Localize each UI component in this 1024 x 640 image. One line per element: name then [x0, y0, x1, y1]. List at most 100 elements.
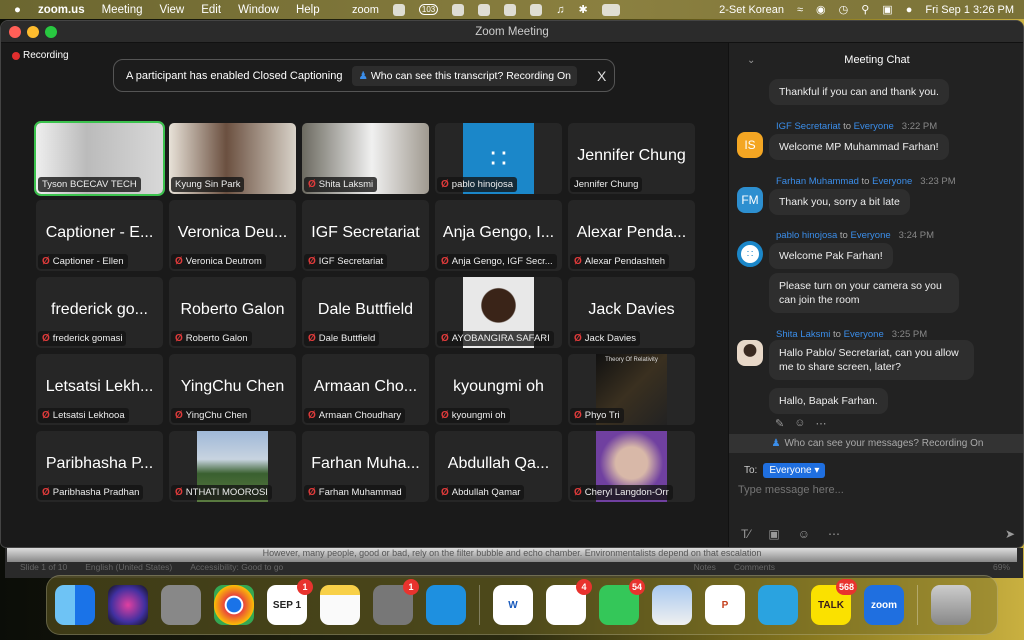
- recipient-dropdown[interactable]: Everyone ▾: [763, 463, 826, 478]
- notification-icon[interactable]: [392, 3, 405, 16]
- participant-tile[interactable]: Anja Gengo, I... Ø Anja Gengo, IGF Secr...: [435, 200, 562, 271]
- dock-app-siri[interactable]: [108, 585, 148, 625]
- time-machine-icon[interactable]: ◷: [839, 3, 849, 16]
- emoji-reaction-icon[interactable]: ☺: [794, 417, 805, 430]
- participant-name-display: Anja Gengo, I...: [442, 224, 555, 241]
- dock-app-kakaotalk[interactable]: TALK 568: [811, 579, 857, 625]
- battery-icon[interactable]: [601, 3, 620, 16]
- avatar[interactable]: FM: [737, 187, 763, 213]
- dock-app-calendar[interactable]: SEP 1 1: [267, 579, 313, 625]
- dock-app-trash[interactable]: [931, 585, 971, 625]
- participant-tile[interactable]: Farhan Muha... Ø Farhan Muhammad: [302, 431, 429, 502]
- avatar[interactable]: [737, 340, 763, 366]
- participant-tile[interactable]: ∷ Øpablo hinojosa: [435, 123, 562, 194]
- menu-view[interactable]: View: [160, 4, 185, 16]
- apple-icon[interactable]: ●: [14, 4, 21, 16]
- sender[interactable]: pablo hinojosa: [776, 230, 837, 241]
- avatar[interactable]: ∷: [737, 241, 763, 267]
- bluetooth-icon[interactable]: ✱: [579, 3, 588, 16]
- participant-tile[interactable]: Ø Cheryl Langdon-Orr: [568, 431, 695, 502]
- dock-app-app[interactable]: [426, 585, 466, 625]
- reply-icon[interactable]: ✎: [775, 417, 784, 430]
- message-visibility-notice[interactable]: ♟ Who can see your messages? Recording On: [729, 434, 1023, 453]
- dock-app-launchpad[interactable]: [161, 585, 201, 625]
- message-input[interactable]: [738, 484, 1008, 496]
- emoji-icon[interactable]: ☺: [798, 527, 810, 541]
- accessibility[interactable]: Accessibility: Good to go: [190, 562, 283, 572]
- dock-app-telegram[interactable]: [758, 585, 798, 625]
- dock-app-zoom[interactable]: zoom: [864, 585, 904, 625]
- zoom-level[interactable]: 69%: [993, 562, 1010, 572]
- participant-tile[interactable]: Jennifer Chung Jennifer Chung: [568, 123, 695, 194]
- participant-tile[interactable]: IGF Secretariat Ø IGF Secretariat: [302, 200, 429, 271]
- participant-tile[interactable]: Ø NTHATI MOOROSI: [169, 431, 296, 502]
- zoom-status-item[interactable]: zoom: [352, 4, 379, 16]
- dock-app-messages[interactable]: 54: [599, 579, 645, 625]
- participant-tile[interactable]: Dale Buttfield Ø Dale Buttfield: [302, 277, 429, 348]
- participant-tile[interactable]: Armaan Cho... Ø Armaan Choudhary: [302, 354, 429, 425]
- sender[interactable]: IGF Secretariat: [776, 121, 840, 132]
- cloud-icon[interactable]: [478, 3, 491, 16]
- send-icon[interactable]: ➤: [1005, 527, 1015, 541]
- menu-app[interactable]: zoom.us: [38, 4, 85, 16]
- participant-tile[interactable]: Veronica Deu... Ø Veronica Deutrom: [169, 200, 296, 271]
- menu-help[interactable]: Help: [296, 4, 320, 16]
- participant-tile[interactable]: YingChu Chen Ø YingChu Chen: [169, 354, 296, 425]
- language[interactable]: English (United States): [85, 562, 172, 572]
- alert-icon[interactable]: [530, 3, 543, 16]
- participant-name: Abdullah Qamar: [451, 487, 521, 498]
- minimize-window-button[interactable]: [27, 26, 39, 38]
- participant-tile[interactable]: Paribhasha P... Ø Paribhasha Pradhan: [36, 431, 163, 502]
- format-icon[interactable]: T⁄: [741, 527, 750, 541]
- status-badge[interactable]: 103: [418, 4, 439, 15]
- menu-edit[interactable]: Edit: [201, 4, 221, 16]
- file-icon[interactable]: ▣: [768, 527, 779, 541]
- notes-button[interactable]: Notes: [694, 562, 716, 572]
- dock-app-chrome[interactable]: [214, 585, 254, 625]
- input-source[interactable]: 2-Set Korean: [719, 4, 784, 16]
- vpn-icon[interactable]: [452, 3, 465, 16]
- participant-tile[interactable]: Abdullah Qa... Ø Abdullah Qamar: [435, 431, 562, 502]
- more-icon[interactable]: ⋯: [815, 417, 826, 430]
- participant-tile[interactable]: Kyung Sin Park: [169, 123, 296, 194]
- participant-tile[interactable]: Jack Davies Ø Jack Davies: [568, 277, 695, 348]
- siri-icon[interactable]: ●: [906, 4, 913, 16]
- clock[interactable]: Fri Sep 1 3:26 PM: [925, 4, 1014, 16]
- close-window-button[interactable]: [9, 26, 21, 38]
- wifi-icon[interactable]: ≈: [797, 4, 803, 16]
- participant-tile[interactable]: frederick go... Øfrederick gomasi: [36, 277, 163, 348]
- participant-tile[interactable]: Roberto Galon Ø Roberto Galon: [169, 277, 296, 348]
- participant-tile[interactable]: Captioner - E... Ø Captioner - Ellen: [36, 200, 163, 271]
- sender[interactable]: Farhan Muhammad: [776, 176, 859, 187]
- close-banner-button[interactable]: X: [597, 68, 606, 84]
- participant-tile[interactable]: Tyson BCECAV TECH: [34, 121, 165, 196]
- dock-app-powerpoint[interactable]: P: [705, 585, 745, 625]
- more-icon[interactable]: ⋯: [828, 527, 840, 541]
- participant-tile[interactable]: Letsatsi Lekh... Ø Letsatsi Lekhooa: [36, 354, 163, 425]
- participant-tile[interactable]: Theory Of Relativity Ø Phyo Tri: [568, 354, 695, 425]
- maximize-window-button[interactable]: [45, 26, 57, 38]
- collapse-chevron-icon[interactable]: ⌄: [747, 55, 755, 66]
- dock-app-word[interactable]: W: [493, 585, 533, 625]
- control-center-icon[interactable]: ▣: [882, 3, 892, 16]
- participant-tile[interactable]: Alexar Penda... Ø Alexar Pendashteh: [568, 200, 695, 271]
- menu-meeting[interactable]: Meeting: [102, 4, 143, 16]
- transcript-visibility-button[interactable]: ♟ Who can see this transcript? Recording…: [352, 65, 578, 86]
- participant-tile[interactable]: Ø Shita Laksmi: [302, 123, 429, 194]
- participant-tile[interactable]: kyoungmi oh Økyoungmi oh: [435, 354, 562, 425]
- dock-app-preview[interactable]: [652, 585, 692, 625]
- avatar[interactable]: IS: [737, 132, 763, 158]
- control-icon[interactable]: ◉: [816, 3, 826, 16]
- sender[interactable]: Shita Laksmi: [776, 329, 830, 340]
- dock-app-system-settings[interactable]: 1: [373, 579, 419, 625]
- search-icon[interactable]: ⚲: [861, 3, 869, 16]
- app-icon[interactable]: [504, 3, 517, 16]
- comments-button[interactable]: Comments: [734, 562, 775, 572]
- recording-indicator[interactable]: Recording: [12, 50, 69, 61]
- dock-app-microsoft-store[interactable]: 4: [546, 579, 592, 625]
- menu-window[interactable]: Window: [238, 4, 279, 16]
- dock-app-finder[interactable]: [55, 585, 95, 625]
- participant-tile[interactable]: Ø AYOBANGIRA SAFARI: [435, 277, 562, 348]
- dock-app-notes[interactable]: [320, 585, 360, 625]
- headphones-icon[interactable]: ♫: [556, 4, 564, 16]
